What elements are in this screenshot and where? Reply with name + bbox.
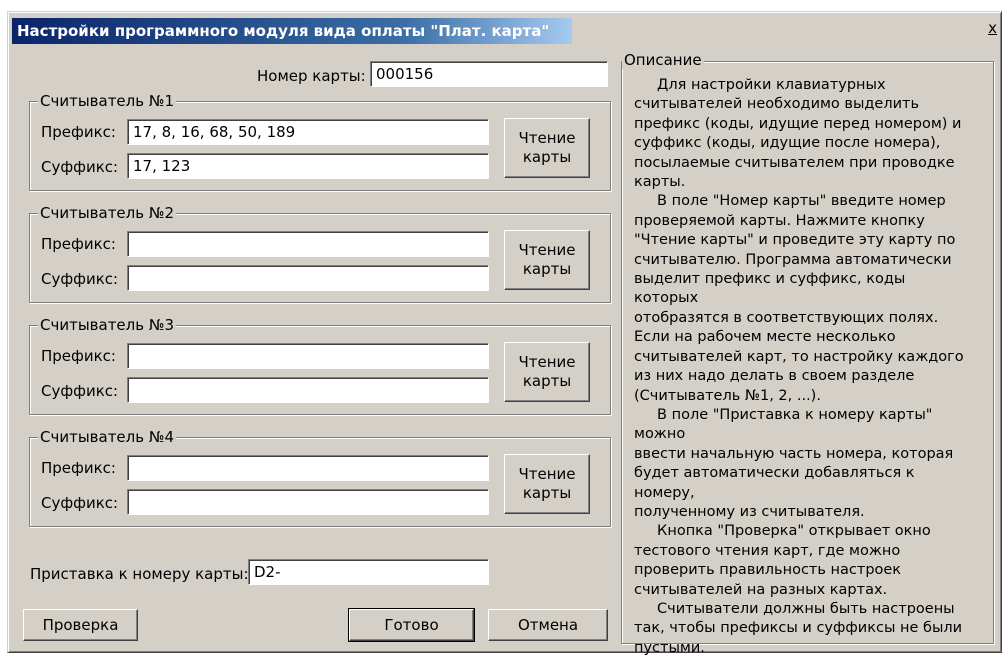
- reader-4-prefix-input[interactable]: [127, 455, 489, 481]
- reader-3-group: Считыватель №3 Префикс: Суффикс: Чтение …: [29, 316, 611, 415]
- card-prefix-label: Приставка к номеру карты:: [30, 565, 249, 583]
- reader-2-suffix-input[interactable]: [127, 265, 489, 291]
- reader-4-suffix-label: Суффикс:: [41, 494, 119, 512]
- reader-2-group: Считыватель №2 Префикс: Суффикс: Чтение …: [29, 204, 611, 303]
- reader-3-suffix-input[interactable]: [127, 377, 489, 403]
- reader-2-title: Считыватель №2: [38, 204, 177, 222]
- close-icon[interactable]: x: [988, 18, 997, 38]
- reader-1-prefix-input[interactable]: 17, 8, 16, 68, 50, 189: [127, 119, 489, 145]
- reader-1-suffix-label: Суффикс:: [41, 158, 119, 176]
- reader-1-read-card-button[interactable]: Чтение карты: [504, 118, 590, 178]
- description-text: Для настройки клавиатурных считывателей …: [634, 77, 964, 656]
- reader-1-group: Считыватель №1 Префикс: 17, 8, 16, 68, 5…: [29, 92, 611, 191]
- reader-1-title: Считыватель №1: [38, 92, 177, 110]
- reader-2-suffix-label: Суффикс:: [41, 270, 119, 288]
- window-title: Настройки программного модуля вида оплат…: [12, 18, 572, 44]
- card-number-input[interactable]: 000156: [370, 61, 608, 87]
- reader-2-prefix-label: Префикс:: [41, 235, 116, 253]
- card-number-label: Номер карты:: [257, 67, 366, 85]
- reader-3-prefix-input[interactable]: [127, 343, 489, 369]
- reader-2-read-card-button[interactable]: Чтение карты: [504, 230, 590, 290]
- reader-4-suffix-input[interactable]: [127, 489, 489, 515]
- description-title: Описание: [622, 51, 704, 69]
- reader-1-suffix-input[interactable]: 17, 123: [127, 153, 489, 179]
- reader-4-title: Считыватель №4: [38, 428, 177, 446]
- settings-window: Настройки программного модуля вида оплат…: [7, 11, 1002, 656]
- reader-3-prefix-label: Префикс:: [41, 347, 116, 365]
- reader-4-group: Считыватель №4 Префикс: Суффикс: Чтение …: [29, 428, 611, 527]
- reader-4-read-card-button[interactable]: Чтение карты: [504, 454, 590, 514]
- description-group: Описание Для настройки клавиатурных счит…: [621, 51, 994, 656]
- card-prefix-input[interactable]: D2-: [248, 559, 489, 585]
- check-button[interactable]: Проверка: [23, 609, 138, 641]
- reader-4-prefix-label: Префикс:: [41, 459, 116, 477]
- reader-2-prefix-input[interactable]: [127, 231, 489, 257]
- reader-3-title: Считыватель №3: [38, 316, 177, 334]
- reader-3-read-card-button[interactable]: Чтение карты: [504, 342, 590, 402]
- reader-1-prefix-label: Префикс:: [41, 123, 116, 141]
- reader-3-suffix-label: Суффикс:: [41, 382, 119, 400]
- done-button[interactable]: Готово: [348, 608, 475, 642]
- cancel-button[interactable]: Отмена: [488, 609, 608, 641]
